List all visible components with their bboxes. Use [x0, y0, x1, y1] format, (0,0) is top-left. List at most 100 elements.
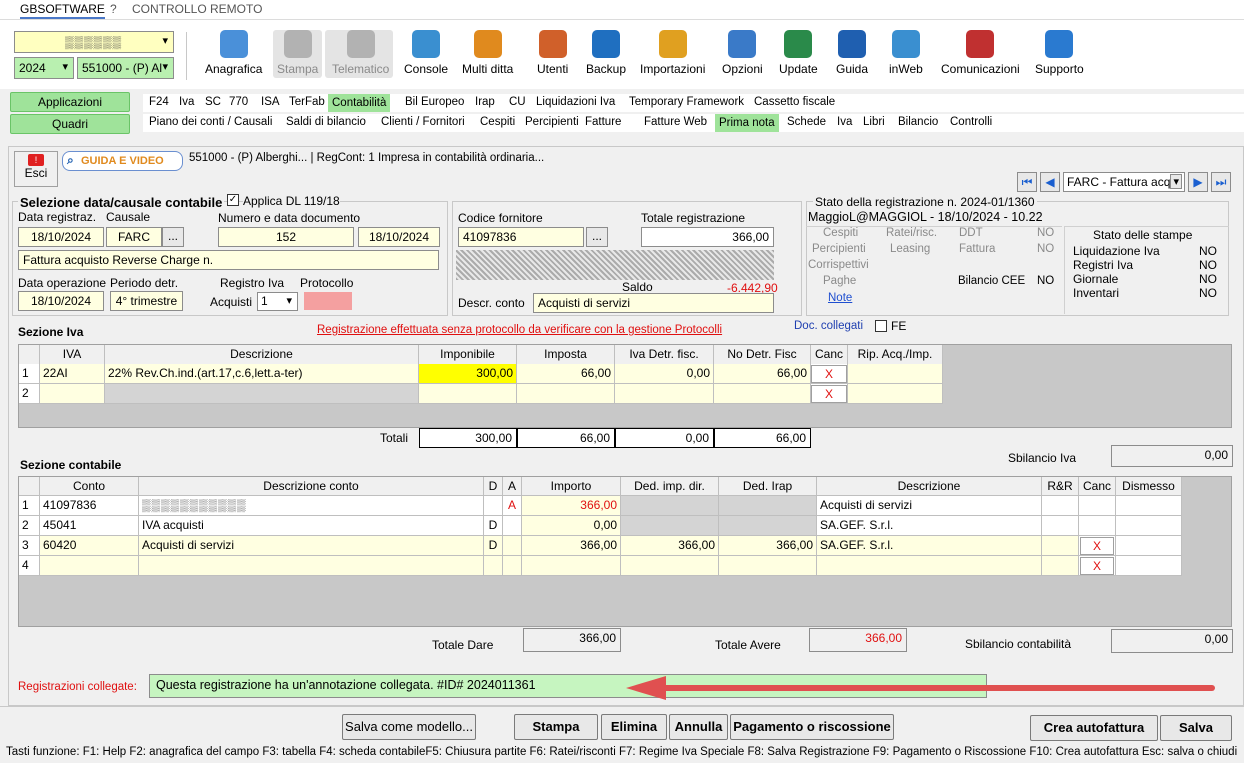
nav2-item[interactable]: Fatture Web: [644, 116, 707, 128]
nodetr-cell[interactable]: 66,00: [714, 364, 811, 384]
rr-cell[interactable]: [1042, 516, 1079, 536]
rip-cell[interactable]: [848, 364, 943, 384]
nav1-item[interactable]: SC: [205, 96, 221, 108]
delete-row-button[interactable]: X: [1080, 537, 1114, 555]
stampa-button[interactable]: Stampa: [514, 714, 598, 740]
causale-field[interactable]: FARC: [106, 227, 162, 247]
nav1-item[interactable]: TerFab: [289, 96, 325, 108]
dismesso-cell[interactable]: [1116, 536, 1182, 556]
descrizione-field[interactable]: Fattura acquisto Reverse Charge n.: [18, 250, 439, 270]
menu-help[interactable]: ?: [110, 2, 117, 16]
cont-conto-cell[interactable]: 60420: [40, 536, 139, 556]
year-select[interactable]: 2024 ▾: [14, 57, 74, 79]
cont-descr-cell[interactable]: ▒▒▒▒▒▒▒▒▒▒▒: [139, 496, 484, 516]
cont-irap-cell[interactable]: [719, 556, 817, 576]
detr-cell[interactable]: 0,00: [615, 364, 714, 384]
company-select[interactable]: ▒▒▒▒▒▒ ▾: [14, 31, 174, 53]
cont-descr-cell[interactable]: Acquisti di servizi: [139, 536, 484, 556]
numdoc-field[interactable]: 152: [218, 227, 354, 247]
cont-conto-cell[interactable]: [40, 556, 139, 576]
cont-ded-cell[interactable]: 366,00: [621, 536, 719, 556]
nav2-item[interactable]: Iva: [837, 116, 852, 128]
iva-code-cell[interactable]: [40, 384, 105, 404]
cont-a-cell[interactable]: [503, 556, 522, 576]
toolbar-comunicazioni-button[interactable]: Comunicazioni: [941, 30, 1020, 76]
causale-nav-select[interactable]: FARC - Fattura acq ▾: [1063, 172, 1185, 192]
cont-d-cell[interactable]: D: [484, 516, 503, 536]
crea-autofattura-button[interactable]: Crea autofattura: [1030, 715, 1158, 741]
iva-code-cell[interactable]: 22AI: [40, 364, 105, 384]
cont-descr-cell[interactable]: IVA acquisti: [139, 516, 484, 536]
nav1-item[interactable]: Contabilità: [328, 94, 391, 112]
salva-modello-button[interactable]: Salva come modello...: [342, 714, 476, 740]
imponibile-cell[interactable]: 300,00: [419, 364, 517, 384]
nav2-item[interactable]: Prima nota: [715, 114, 779, 132]
codice-field[interactable]: 41097836: [458, 227, 584, 247]
nav1-item[interactable]: Irap: [475, 96, 495, 108]
toolbar-inweb-button[interactable]: inWeb: [889, 30, 923, 76]
fe-checkbox[interactable]: [875, 320, 887, 332]
protocollo-field[interactable]: [304, 292, 352, 310]
cont-irap-cell[interactable]: [719, 516, 817, 536]
registro-select[interactable]: 1 ▾: [257, 292, 298, 311]
protocol-warning-link[interactable]: Registrazione effettuata senza protocoll…: [317, 324, 722, 336]
last-record-button[interactable]: ⏭: [1211, 172, 1231, 192]
rr-cell[interactable]: [1042, 556, 1079, 576]
note-link[interactable]: Note: [828, 292, 852, 304]
cont-importo-cell[interactable]: 366,00: [522, 496, 621, 516]
toolbar-backup-button[interactable]: Backup: [586, 30, 626, 76]
cont-conto-cell[interactable]: 41097836: [40, 496, 139, 516]
cont-d-cell[interactable]: [484, 496, 503, 516]
totale-field[interactable]: 366,00: [641, 227, 774, 247]
toolbar-multi-ditta-button[interactable]: Multi ditta: [462, 30, 513, 76]
salva-button[interactable]: Salva: [1160, 715, 1232, 741]
applicazioni-button[interactable]: Applicazioni: [10, 92, 130, 112]
nav2-item[interactable]: Cespiti: [480, 116, 515, 128]
datadoc-field[interactable]: 18/10/2024: [358, 227, 440, 247]
cont-a-cell[interactable]: A: [503, 496, 522, 516]
menu-remote-control[interactable]: CONTROLLO REMOTO: [132, 2, 262, 16]
applica-checkbox[interactable]: ✓: [227, 194, 239, 206]
cont-descrizione-cell[interactable]: SA.GEF. S.r.l.: [817, 536, 1042, 556]
toolbar-supporto-button[interactable]: Supporto: [1035, 30, 1084, 76]
esci-button[interactable]: ! Esci: [14, 151, 58, 187]
imponibile-cell[interactable]: [419, 384, 517, 404]
nav1-item[interactable]: ISA: [261, 96, 280, 108]
nav1-item[interactable]: CU: [509, 96, 526, 108]
cont-descrizione-cell[interactable]: [817, 556, 1042, 576]
imposta-cell[interactable]: 66,00: [517, 364, 615, 384]
cont-importo-cell[interactable]: 0,00: [522, 516, 621, 536]
nav2-item[interactable]: Saldi di bilancio: [286, 116, 366, 128]
nav1-item[interactable]: Iva: [179, 96, 194, 108]
cont-ded-cell[interactable]: [621, 496, 719, 516]
delete-row-button[interactable]: X: [811, 385, 847, 403]
nav1-item[interactable]: Liquidazioni Iva: [536, 96, 615, 108]
nodetr-cell[interactable]: [714, 384, 811, 404]
delete-row-button[interactable]: X: [1080, 557, 1114, 575]
next-record-button[interactable]: ▶: [1188, 172, 1208, 192]
cont-a-cell[interactable]: [503, 516, 522, 536]
nav1-item[interactable]: 770: [229, 96, 248, 108]
nav2-item[interactable]: Controlli: [950, 116, 992, 128]
cont-importo-cell[interactable]: [522, 556, 621, 576]
cont-a-cell[interactable]: [503, 536, 522, 556]
quadri-button[interactable]: Quadri: [10, 114, 130, 134]
cont-importo-cell[interactable]: 366,00: [522, 536, 621, 556]
rr-cell[interactable]: [1042, 496, 1079, 516]
dismesso-cell[interactable]: [1116, 556, 1182, 576]
pagamento-button[interactable]: Pagamento o riscossione: [730, 714, 894, 740]
fornitore-lookup-button[interactable]: ...: [586, 227, 608, 247]
descr-conto-field[interactable]: Acquisti di servizi: [533, 293, 774, 313]
nav2-item[interactable]: Bilancio: [898, 116, 938, 128]
nav2-item[interactable]: Clienti / Fornitori: [381, 116, 465, 128]
data-op-field[interactable]: 18/10/2024: [18, 291, 104, 311]
nav2-item[interactable]: Piano dei conti / Causali: [149, 116, 272, 128]
cont-irap-cell[interactable]: [719, 496, 817, 516]
imposta-cell[interactable]: [517, 384, 615, 404]
rr-cell[interactable]: [1042, 536, 1079, 556]
entity-select[interactable]: 551000 - (P) Al ▾: [77, 57, 174, 79]
nav2-item[interactable]: Fatture: [585, 116, 621, 128]
toolbar-anagrafica-button[interactable]: Anagrafica: [205, 30, 262, 76]
toolbar-guida-button[interactable]: Guida: [836, 30, 868, 76]
cont-descr-cell[interactable]: [139, 556, 484, 576]
